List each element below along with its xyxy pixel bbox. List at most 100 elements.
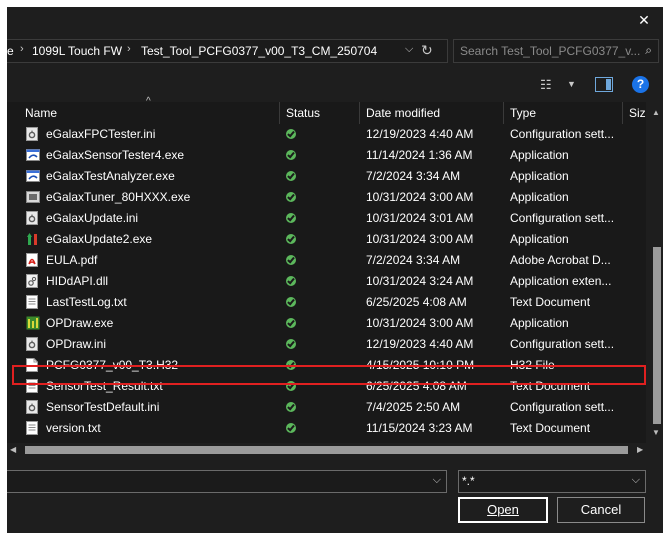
file-date-modified: 7/2/2024 3:34 AM — [366, 253, 461, 267]
app-icon — [26, 148, 40, 162]
scroll-down-icon[interactable]: ▼ — [652, 428, 660, 437]
sync-status-ok-icon — [286, 276, 296, 286]
file-type: Application — [510, 190, 569, 204]
file-name: eGalaxUpdate.ini — [46, 211, 139, 225]
file-date-modified: 7/4/2025 2:50 AM — [366, 400, 461, 414]
chevron-down-icon[interactable]: ⌵ — [433, 474, 441, 487]
sync-status-ok-icon — [286, 255, 296, 265]
file-date-modified: 10/31/2024 3:00 AM — [366, 232, 474, 246]
file-type: Text Document — [510, 295, 591, 309]
help-icon[interactable]: ? — [632, 76, 649, 93]
file-date-modified: 12/19/2023 4:40 AM — [366, 337, 474, 351]
file-name: HIDdAPI.dll — [46, 274, 109, 288]
sync-status-ok-icon — [286, 318, 296, 328]
scroll-left-icon[interactable]: ◀ — [10, 445, 16, 454]
preview-pane-icon[interactable] — [595, 77, 613, 92]
column-type[interactable]: Type — [510, 106, 536, 120]
view-options-icon[interactable]: ☷ — [540, 77, 552, 93]
address-bar[interactable]: e › 1099L Touch FW › Test_Tool_PCFG0377_… — [7, 39, 448, 63]
ini-file-icon — [26, 337, 38, 351]
file-row[interactable]: eGalaxSensorTester4.exe 11/14/2024 1:36 A… — [7, 145, 646, 166]
horizontal-scrollbar[interactable]: ◀ ▶ — [7, 443, 650, 457]
scrollbar-thumb[interactable] — [653, 247, 661, 424]
column-size[interactable]: Siz — [629, 106, 646, 120]
breadcrumb-item[interactable]: e — [7, 44, 14, 58]
scroll-right-icon[interactable]: ▶ — [637, 445, 643, 454]
file-row[interactable]: SensorTestDefault.ini 7/4/2025 2:50 AM Con… — [7, 397, 646, 418]
search-input[interactable]: Search Test_Tool_PCFG0377_v... ⌕ — [453, 39, 659, 63]
file-name: eGalaxTuner_80HXXX.exe — [46, 190, 191, 204]
file-name: eGalaxFPCTester.ini — [46, 127, 156, 141]
column-status[interactable]: Status — [286, 106, 320, 120]
file-row[interactable]: eGalaxUpdate.ini 10/31/2024 3:01 AM Config… — [7, 208, 646, 229]
file-type-select[interactable]: *.* ⌵ — [458, 470, 646, 493]
file-type: Adobe Acrobat D... — [510, 253, 611, 267]
file-type: Application — [510, 148, 569, 162]
file-type: Application — [510, 316, 569, 330]
file-date-modified: 10/31/2024 3:00 AM — [366, 190, 474, 204]
file-name-input[interactable]: ⌵ — [7, 470, 447, 493]
sync-status-ok-icon — [286, 129, 296, 139]
pdf-icon — [26, 253, 38, 267]
refresh-icon[interactable]: ↻ — [421, 42, 433, 59]
file-row[interactable]: eGalaxFPCTester.ini 12/19/2023 4:40 AM Con… — [7, 124, 646, 145]
sync-status-ok-icon — [286, 150, 296, 160]
update-app-icon — [26, 232, 38, 246]
column-divider[interactable] — [503, 102, 504, 124]
scrollbar-thumb[interactable] — [25, 446, 628, 454]
file-date-modified: 11/15/2024 3:23 AM — [366, 421, 473, 435]
open-file-dialog: ✕ e › 1099L Touch FW › Test_Tool_PCFG037… — [7, 7, 663, 533]
file-row[interactable]: OPDraw.ini 12/19/2023 4:40 AM Configuratio… — [7, 334, 646, 355]
column-divider[interactable] — [622, 102, 623, 124]
breadcrumb-item[interactable]: 1099L Touch FW — [32, 44, 122, 58]
file-date-modified: 7/2/2024 3:34 AM — [366, 169, 461, 183]
file-row[interactable]: EULA.pdf 7/2/2024 3:34 AM Adobe Acrobat D.… — [7, 250, 646, 271]
file-type-value: *.* — [462, 474, 475, 488]
file-row[interactable]: LastTestLog.txt 6/25/2025 4:08 AM Text Doc… — [7, 292, 646, 313]
file-list: ^ Name Status Date modified Type Siz eGa… — [7, 96, 646, 446]
file-name: version.txt — [46, 421, 101, 435]
ini-file-icon — [26, 127, 38, 141]
column-name[interactable]: Name — [25, 106, 57, 120]
file-name: eGalaxSensorTester4.exe — [46, 148, 185, 162]
text-file-icon — [26, 295, 38, 309]
file-date-modified: 12/19/2023 4:40 AM — [366, 127, 474, 141]
ini-file-icon — [26, 400, 38, 414]
sync-status-ok-icon — [286, 171, 296, 181]
breadcrumb-item[interactable]: Test_Tool_PCFG0377_v00_T3_CM_250704 — [141, 44, 377, 58]
file-row[interactable]: version.txt 11/15/2024 3:23 AM Text Docume… — [7, 418, 646, 439]
file-row[interactable]: eGalaxUpdate2.exe 10/31/2024 3:00 AM Appli… — [7, 229, 646, 250]
search-placeholder: Search Test_Tool_PCFG0377_v... — [460, 44, 641, 58]
column-divider[interactable] — [359, 102, 360, 124]
sync-status-ok-icon — [286, 213, 296, 223]
close-icon[interactable]: ✕ — [635, 11, 653, 29]
chevron-down-icon[interactable]: ⌵ — [632, 474, 640, 487]
file-row[interactable]: eGalaxTestAnalyzer.exe 7/2/2024 3:34 AM Ap… — [7, 166, 646, 187]
chevron-down-icon[interactable]: ▼ — [567, 79, 576, 89]
file-date-modified: 6/25/2025 4:08 AM — [366, 295, 467, 309]
vertical-scrollbar[interactable]: ▲ ▼ — [650, 102, 663, 446]
opdraw-app-icon — [26, 316, 40, 330]
ini-file-icon — [26, 211, 38, 225]
cancel-button[interactable]: Cancel — [557, 497, 645, 523]
file-row[interactable]: HIDdAPI.dll 10/31/2024 3:24 AM Application… — [7, 271, 646, 292]
file-date-modified: 10/31/2024 3:00 AM — [366, 316, 474, 330]
open-button[interactable]: Open — [458, 497, 548, 523]
sync-status-ok-icon — [286, 297, 296, 307]
chevron-down-icon[interactable]: ⌵ — [405, 43, 413, 56]
file-row[interactable]: OPDraw.exe 10/31/2024 3:00 AM Application — [7, 313, 646, 334]
breadcrumb-chevron-icon: › — [127, 43, 131, 55]
sync-status-ok-icon — [286, 192, 296, 202]
file-type: Configuration sett... — [510, 337, 615, 351]
sync-status-ok-icon — [286, 339, 296, 349]
search-icon[interactable]: ⌕ — [645, 43, 652, 58]
sync-status-ok-icon — [286, 423, 296, 433]
file-name: LastTestLog.txt — [46, 295, 127, 309]
column-date-modified[interactable]: Date modified — [366, 106, 440, 120]
open-label: Open — [487, 502, 519, 517]
file-row[interactable]: eGalaxTuner_80HXXX.exe 10/31/2024 3:00 AM… — [7, 187, 646, 208]
scroll-up-icon[interactable]: ▲ — [652, 108, 660, 117]
file-name: EULA.pdf — [46, 253, 98, 267]
column-divider[interactable] — [279, 102, 280, 124]
file-name: SensorTestDefault.ini — [46, 400, 160, 414]
